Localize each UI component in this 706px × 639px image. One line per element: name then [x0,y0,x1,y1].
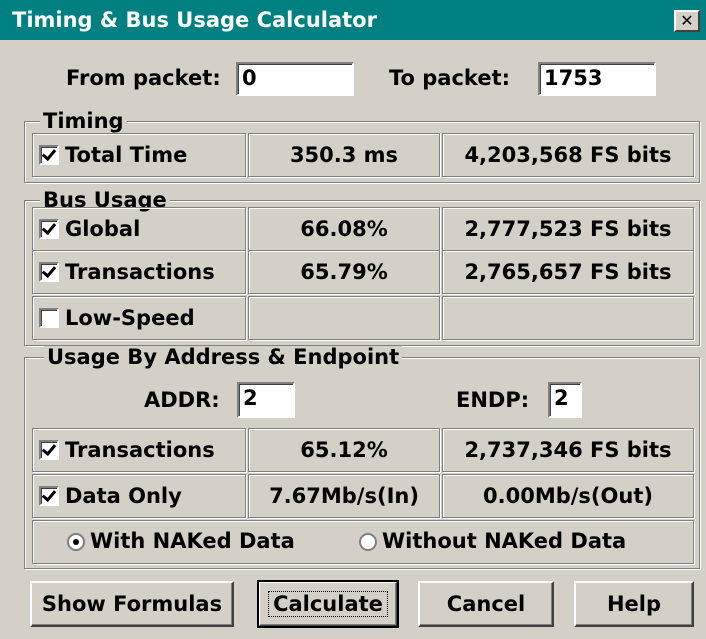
cancel-button[interactable]: Cancel [418,581,554,627]
endpoint-transactions-bits: 2,737,346 FS bits [464,438,672,462]
bus-transactions-label: Transactions [65,260,215,284]
without-naked-label: Without NAKed Data [382,529,627,553]
global-value-cell: 66.08% [248,207,440,251]
low-speed-checkbox[interactable]: Low-Speed [32,296,246,340]
global-value: 66.08% [300,217,388,241]
addr-label: ADDR: [144,388,220,412]
low-speed-label: Low-Speed [65,306,195,330]
from-packet-label: From packet: [66,66,221,90]
bus-transactions-checkbox[interactable]: Transactions [32,250,246,294]
global-checkbox[interactable]: Global [32,207,246,251]
calculate-label: Calculate [268,591,388,617]
low-speed-value-cell [248,296,440,340]
bus-transactions-value: 65.79% [300,260,388,284]
endp-label: ENDP: [456,388,530,412]
endpoint-transactions-label: Transactions [65,438,215,462]
close-icon[interactable]: ✕ [674,10,700,32]
addr-input[interactable]: 2 [237,382,295,418]
endpoint-transactions-checkbox[interactable]: Transactions [32,428,246,472]
total-time-value: 350.3 ms [289,143,399,167]
to-packet-input[interactable]: 1753 [538,62,656,96]
bus-transactions-bits-cell: 2,765,657 FS bits [442,250,694,294]
without-naked-radio[interactable]: Without NAKed Data [359,529,626,553]
total-time-label: Total Time [65,143,188,167]
help-button[interactable]: Help [574,581,694,627]
global-bits: 2,777,523 FS bits [464,217,672,241]
from-packet-input[interactable]: 0 [236,62,354,96]
total-time-checkbox[interactable]: Total Time [32,133,246,177]
data-only-out-rate: 0.00Mb/s(Out) [483,484,653,508]
low-speed-check-icon [39,308,59,328]
total-time-check-icon [39,145,59,165]
global-label: Global [65,217,141,241]
total-time-bits-cell: 4,203,568 FS bits [442,133,694,177]
with-naked-label: With NAKed Data [90,529,295,553]
cancel-label: Cancel [446,592,526,616]
with-naked-radio-icon [67,533,85,551]
naked-data-radio-group: With NAKed Data Without NAKed Data [32,520,694,564]
endpoint-transactions-value-cell: 65.12% [248,428,440,472]
bus-transactions-check-icon [39,262,59,282]
usage-by-address-group-label: Usage By Address & Endpoint [44,346,403,368]
data-only-in-rate: 7.67Mb/s(In) [269,484,419,508]
without-naked-radio-icon [359,533,377,551]
bus-transactions-value-cell: 65.79% [248,250,440,294]
total-time-value-cell: 350.3 ms [248,133,440,177]
data-only-label: Data Only [65,484,182,508]
show-formulas-button[interactable]: Show Formulas [30,581,234,627]
to-packet-label: To packet: [389,66,511,90]
window-title: Timing & Bus Usage Calculator [12,8,377,32]
timing-group-label: Timing [40,110,127,132]
with-naked-radio[interactable]: With NAKed Data [67,529,295,553]
endp-input[interactable]: 2 [548,382,582,418]
show-formulas-label: Show Formulas [41,592,223,616]
endpoint-transactions-value: 65.12% [300,438,388,462]
calculate-button[interactable]: Calculate [257,580,399,628]
bus-transactions-bits: 2,765,657 FS bits [464,260,672,284]
data-only-check-icon [39,486,59,506]
global-bits-cell: 2,777,523 FS bits [442,207,694,251]
global-check-icon [39,219,59,239]
data-only-in-cell: 7.67Mb/s(In) [248,474,440,518]
total-time-bits: 4,203,568 FS bits [464,143,672,167]
low-speed-bits-cell [442,296,694,340]
data-only-checkbox[interactable]: Data Only [32,474,246,518]
help-label: Help [606,592,662,616]
endpoint-transactions-bits-cell: 2,737,346 FS bits [442,428,694,472]
endpoint-transactions-check-icon [39,440,59,460]
title-bar: Timing & Bus Usage Calculator ✕ [0,0,706,40]
data-only-out-cell: 0.00Mb/s(Out) [442,474,694,518]
